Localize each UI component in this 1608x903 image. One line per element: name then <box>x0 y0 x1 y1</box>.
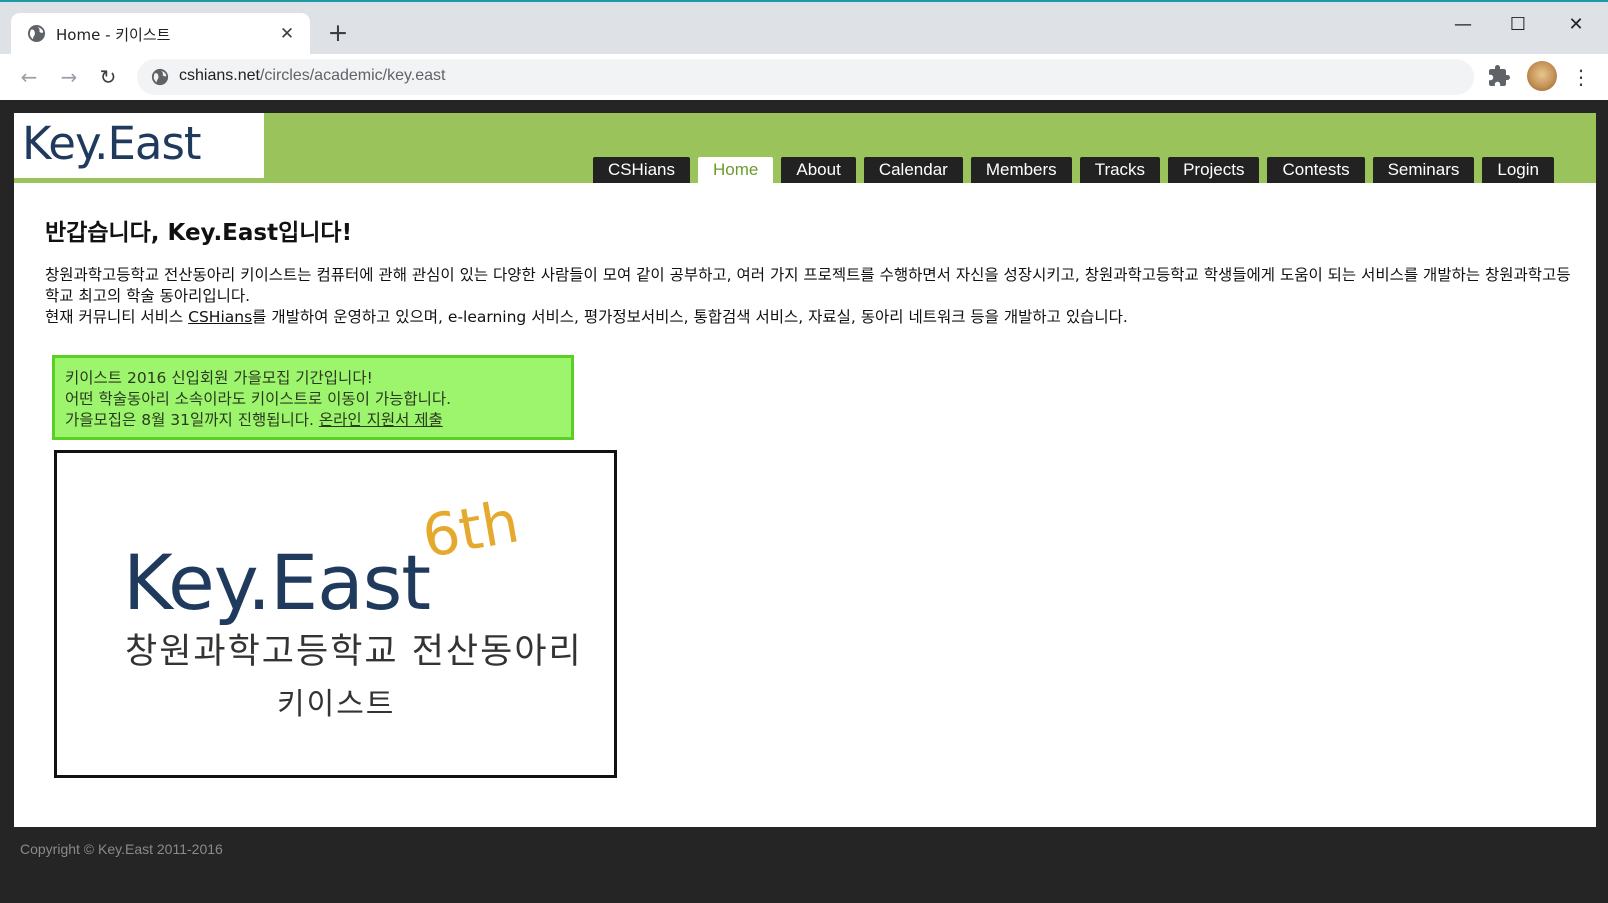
nav-item-calendar[interactable]: Calendar <box>863 157 963 183</box>
intro-line-2-prefix: 현재 커뮤니티 서비스 <box>45 308 189 326</box>
maximize-icon[interactable]: ☐ <box>1495 10 1541 40</box>
notice-line-3-prefix: 가을모집은 8월 31일까지 진행됩니다. <box>65 411 319 429</box>
club-banner-image: Key.East 6th 창원과학고등학교 전산동아리 키이스트 <box>54 450 617 778</box>
banner-title: Key.East <box>123 538 431 627</box>
nav-item-login[interactable]: Login <box>1482 157 1554 183</box>
nav-item-members[interactable]: Members <box>970 157 1072 183</box>
back-icon[interactable]: ← <box>14 62 44 92</box>
nav-item-about[interactable]: About <box>781 157 856 183</box>
footer-copyright: Copyright © Key.East 2011-2016 <box>20 841 223 857</box>
banner-subtitle-2: 키이스트 <box>277 687 396 722</box>
intro-line-2-suffix: 를 개발하여 운영하고 있으며, e-learning 서비스, 평가정보서비스… <box>252 308 1128 326</box>
notice-line-2: 어떤 학술동아리 소속이라도 키이스트로 이동이 가능합니다. <box>65 390 452 408</box>
globe-icon <box>27 24 46 43</box>
close-tab-icon[interactable]: ✕ <box>275 22 299 46</box>
main-nav: CSHians Home About Calendar Members Tracks Pro… <box>592 157 1554 183</box>
nav-item-home[interactable]: Home <box>698 157 774 183</box>
banner-subtitle: 창원과학고등학교 전산동아리 <box>125 632 583 672</box>
tab-title: Home - 키이스트 <box>56 26 171 44</box>
cshians-link[interactable]: CSHians <box>188 308 252 326</box>
recruitment-notice: 키이스트 2016 신입회원 가을모집 기간입니다! 어떤 학술동아리 소속이라… <box>52 355 574 440</box>
main-content: 반갑습니다, Key.East입니다! 창원과학고등학교 전산동아리 키이스트는… <box>14 183 1596 827</box>
site-header: Key.East CSHians Home About Calendar Members… <box>14 113 1596 183</box>
nav-item-contests[interactable]: Contests <box>1267 157 1365 183</box>
notice-line-1: 키이스트 2016 신입회원 가을모집 기간입니다! <box>65 369 373 387</box>
url-host: cshians.net <box>179 67 260 84</box>
nav-item-seminars[interactable]: Seminars <box>1372 157 1475 183</box>
browser-tabstrip: Home - 키이스트 ✕ + — ☐ ✕ <box>0 0 1608 56</box>
page-title: 반갑습니다, Key.East입니다! <box>45 220 353 246</box>
logo-text: Key.East <box>22 117 202 170</box>
browser-toolbar: ← → ↻ cshians.net/circles/academic/key.e… <box>0 54 1608 100</box>
notice-line-3: 가을모집은 8월 31일까지 진행됩니다. 온라인 지원서 제출 <box>65 410 561 431</box>
url-text: cshians.net/circles/academic/key.east <box>179 67 445 85</box>
browser-tab-active[interactable]: Home - 키이스트 ✕ <box>11 13 310 56</box>
url-path: /circles/academic/key.east <box>259 67 446 84</box>
site-logo[interactable]: Key.East <box>14 113 264 178</box>
intro-paragraph: 창원과학고등학교 전산동아리 키이스트는 컴퓨터에 관해 관심이 있는 다양한 … <box>45 265 1573 328</box>
nav-item-tracks[interactable]: Tracks <box>1079 157 1161 183</box>
forward-icon[interactable]: → <box>54 62 84 92</box>
profile-avatar[interactable] <box>1527 61 1557 91</box>
nav-item-projects[interactable]: Projects <box>1168 157 1260 183</box>
minimize-icon[interactable]: — <box>1440 10 1486 40</box>
close-window-icon[interactable]: ✕ <box>1553 10 1599 40</box>
page-viewport: Key.East CSHians Home About Calendar Members… <box>0 100 1608 903</box>
address-bar[interactable]: cshians.net/circles/academic/key.east <box>137 59 1474 95</box>
intro-line-2: 현재 커뮤니티 서비스 CSHians를 개발하여 운영하고 있으며, e-le… <box>45 307 1573 328</box>
nav-item-cshians[interactable]: CSHians <box>592 157 691 183</box>
intro-line-1: 창원과학고등학교 전산동아리 키이스트는 컴퓨터에 관해 관심이 있는 다양한 … <box>45 266 1571 305</box>
online-application-link[interactable]: 온라인 지원서 제출 <box>319 411 443 429</box>
banner-edition: 6th <box>417 487 524 571</box>
extensions-puzzle-icon[interactable] <box>1487 64 1511 88</box>
site-info-icon[interactable] <box>151 68 169 86</box>
browser-menu-icon[interactable]: ⋮ <box>1568 62 1594 92</box>
new-tab-button[interactable]: + <box>324 20 352 48</box>
reload-icon[interactable]: ↻ <box>93 62 123 92</box>
